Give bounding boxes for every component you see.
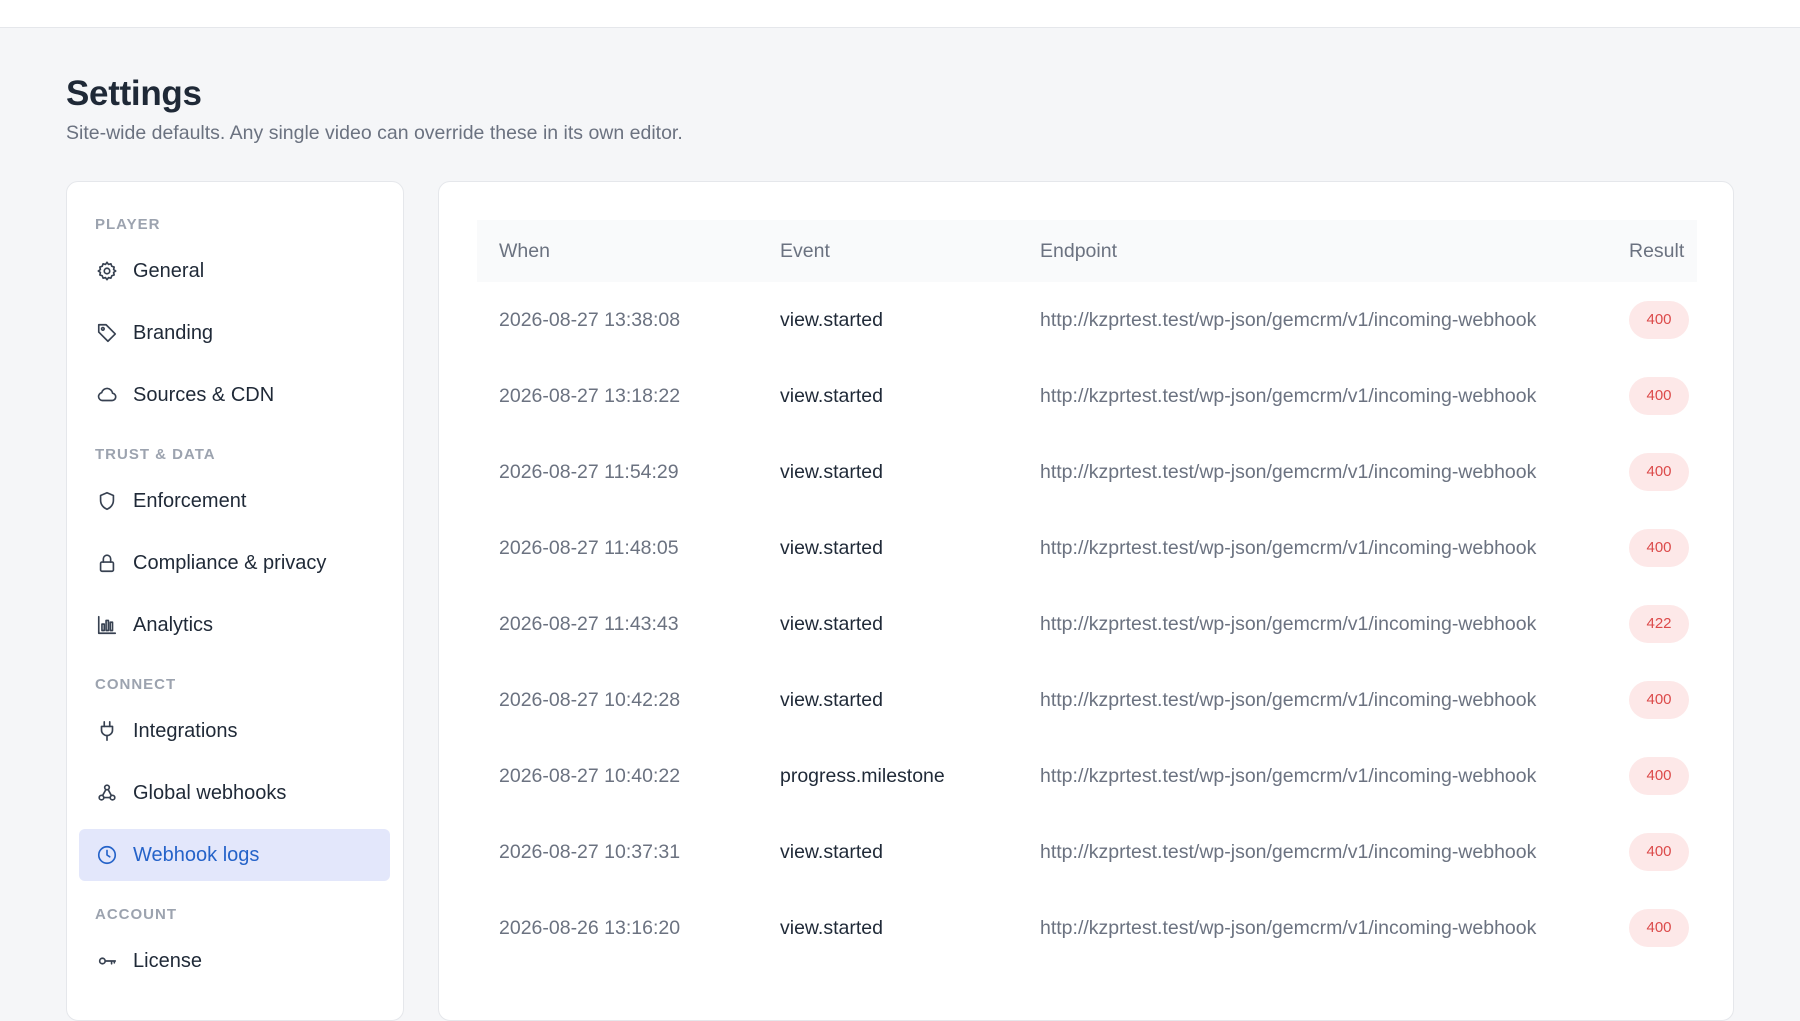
sidebar-item-enforcement[interactable]: Enforcement [79, 475, 390, 527]
cell-event: view.started [780, 385, 883, 407]
table-row: 2026-08-27 13:38:08 view.started http://… [477, 282, 1697, 358]
settings-sidebar: PLAYER General Branding Sources & CDN TR… [66, 181, 404, 1021]
cell-endpoint: http://kzprtest.test/wp-json/gemcrm/v1/i… [1040, 461, 1537, 483]
sidebar-item-label: Enforcement [133, 489, 247, 512]
top-bar [0, 0, 1800, 28]
cell-event: view.started [780, 917, 883, 939]
section-label-account: ACCOUNT [95, 906, 177, 923]
cell-endpoint: http://kzprtest.test/wp-json/gemcrm/v1/i… [1040, 841, 1537, 863]
sidebar-item-webhook-logs[interactable]: Webhook logs [79, 829, 390, 881]
shield-icon [95, 489, 119, 513]
tag-icon [95, 321, 119, 345]
cell-endpoint: http://kzprtest.test/wp-json/gemcrm/v1/i… [1040, 385, 1537, 407]
table-row: 2026-08-27 11:43:43 view.started http://… [477, 586, 1697, 662]
cell-event: view.started [780, 841, 883, 863]
cell-event: view.started [780, 309, 883, 331]
table-header: When Event Endpoint Result [477, 220, 1697, 282]
sidebar-item-global-webhooks[interactable]: Global webhooks [79, 767, 390, 819]
sidebar-item-label: Integrations [133, 719, 238, 742]
table-row: 2026-08-27 13:18:22 view.started http://… [477, 358, 1697, 434]
sidebar-item-analytics[interactable]: Analytics [79, 599, 390, 651]
status-badge: 400 [1629, 453, 1689, 491]
cell-when: 2026-08-27 11:43:43 [499, 613, 679, 635]
cell-event: view.started [780, 461, 883, 483]
page-title: Settings [66, 74, 202, 113]
sidebar-item-label: Webhook logs [133, 843, 260, 866]
sidebar-item-compliance-privacy[interactable]: Compliance & privacy [79, 537, 390, 589]
sidebar-item-label: Global webhooks [133, 781, 287, 804]
status-badge: 400 [1629, 909, 1689, 947]
status-badge: 400 [1629, 833, 1689, 871]
column-header-event: Event [780, 240, 830, 262]
webhook-logs-panel: When Event Endpoint Result 2026-08-27 13… [438, 181, 1734, 1021]
section-label-player: PLAYER [95, 216, 161, 233]
page-subtitle: Site-wide defaults. Any single video can… [66, 122, 683, 144]
sidebar-item-license[interactable]: License [79, 935, 390, 987]
cell-endpoint: http://kzprtest.test/wp-json/gemcrm/v1/i… [1040, 765, 1537, 787]
cell-endpoint: http://kzprtest.test/wp-json/gemcrm/v1/i… [1040, 917, 1537, 939]
cell-when: 2026-08-27 10:40:22 [499, 765, 681, 787]
table-row: 2026-08-26 13:16:20 view.started http://… [477, 890, 1697, 966]
cell-when: 2026-08-27 13:38:08 [499, 309, 681, 331]
status-badge: 400 [1629, 377, 1689, 415]
status-badge: 400 [1629, 301, 1689, 339]
bar-chart-icon [95, 613, 119, 637]
column-header-result: Result [1629, 240, 1685, 262]
cell-endpoint: http://kzprtest.test/wp-json/gemcrm/v1/i… [1040, 537, 1537, 559]
cell-endpoint: http://kzprtest.test/wp-json/gemcrm/v1/i… [1040, 309, 1537, 331]
table-row: 2026-08-27 10:40:22 progress.milestone h… [477, 738, 1697, 814]
cell-when: 2026-08-26 13:16:20 [499, 917, 681, 939]
column-header-endpoint: Endpoint [1040, 240, 1117, 262]
sidebar-item-branding[interactable]: Branding [79, 307, 390, 359]
cell-endpoint: http://kzprtest.test/wp-json/gemcrm/v1/i… [1040, 689, 1537, 711]
sidebar-item-sources-cdn[interactable]: Sources & CDN [79, 369, 390, 421]
cell-endpoint: http://kzprtest.test/wp-json/gemcrm/v1/i… [1040, 613, 1537, 635]
sidebar-item-label: Sources & CDN [133, 383, 275, 406]
webhook-icon [95, 781, 119, 805]
key-icon [95, 949, 119, 973]
table-row: 2026-08-27 10:42:28 view.started http://… [477, 662, 1697, 738]
cell-event: view.started [780, 613, 883, 635]
sidebar-item-label: Compliance & privacy [133, 551, 327, 574]
cell-event: view.started [780, 537, 883, 559]
lock-icon [95, 551, 119, 575]
cell-event: progress.milestone [780, 765, 945, 787]
plug-icon [95, 719, 119, 743]
sidebar-item-label: Analytics [133, 613, 214, 636]
clock-icon [95, 843, 119, 867]
status-badge: 400 [1629, 757, 1689, 795]
section-label-trust-data: TRUST & DATA [95, 446, 216, 463]
cloud-icon [95, 383, 119, 407]
cell-when: 2026-08-27 10:42:28 [499, 689, 681, 711]
table-row: 2026-08-27 11:54:29 view.started http://… [477, 434, 1697, 510]
sidebar-item-label: Branding [133, 321, 214, 344]
cell-when: 2026-08-27 11:48:05 [499, 537, 679, 559]
sidebar-item-integrations[interactable]: Integrations [79, 705, 390, 757]
sidebar-item-general[interactable]: General [79, 245, 390, 297]
cell-when: 2026-08-27 13:18:22 [499, 385, 681, 407]
status-badge: 422 [1629, 605, 1689, 643]
status-badge: 400 [1629, 529, 1689, 567]
cell-event: view.started [780, 689, 883, 711]
cell-when: 2026-08-27 10:37:31 [499, 841, 681, 863]
status-badge: 400 [1629, 681, 1689, 719]
sidebar-item-label: General [133, 259, 205, 282]
gear-icon [95, 259, 119, 283]
table-row: 2026-08-27 10:37:31 view.started http://… [477, 814, 1697, 890]
table-row: 2026-08-27 11:48:05 view.started http://… [477, 510, 1697, 586]
section-label-connect: CONNECT [95, 676, 177, 693]
cell-when: 2026-08-27 11:54:29 [499, 461, 679, 483]
column-header-when: When [499, 240, 550, 262]
sidebar-item-label: License [133, 949, 202, 972]
